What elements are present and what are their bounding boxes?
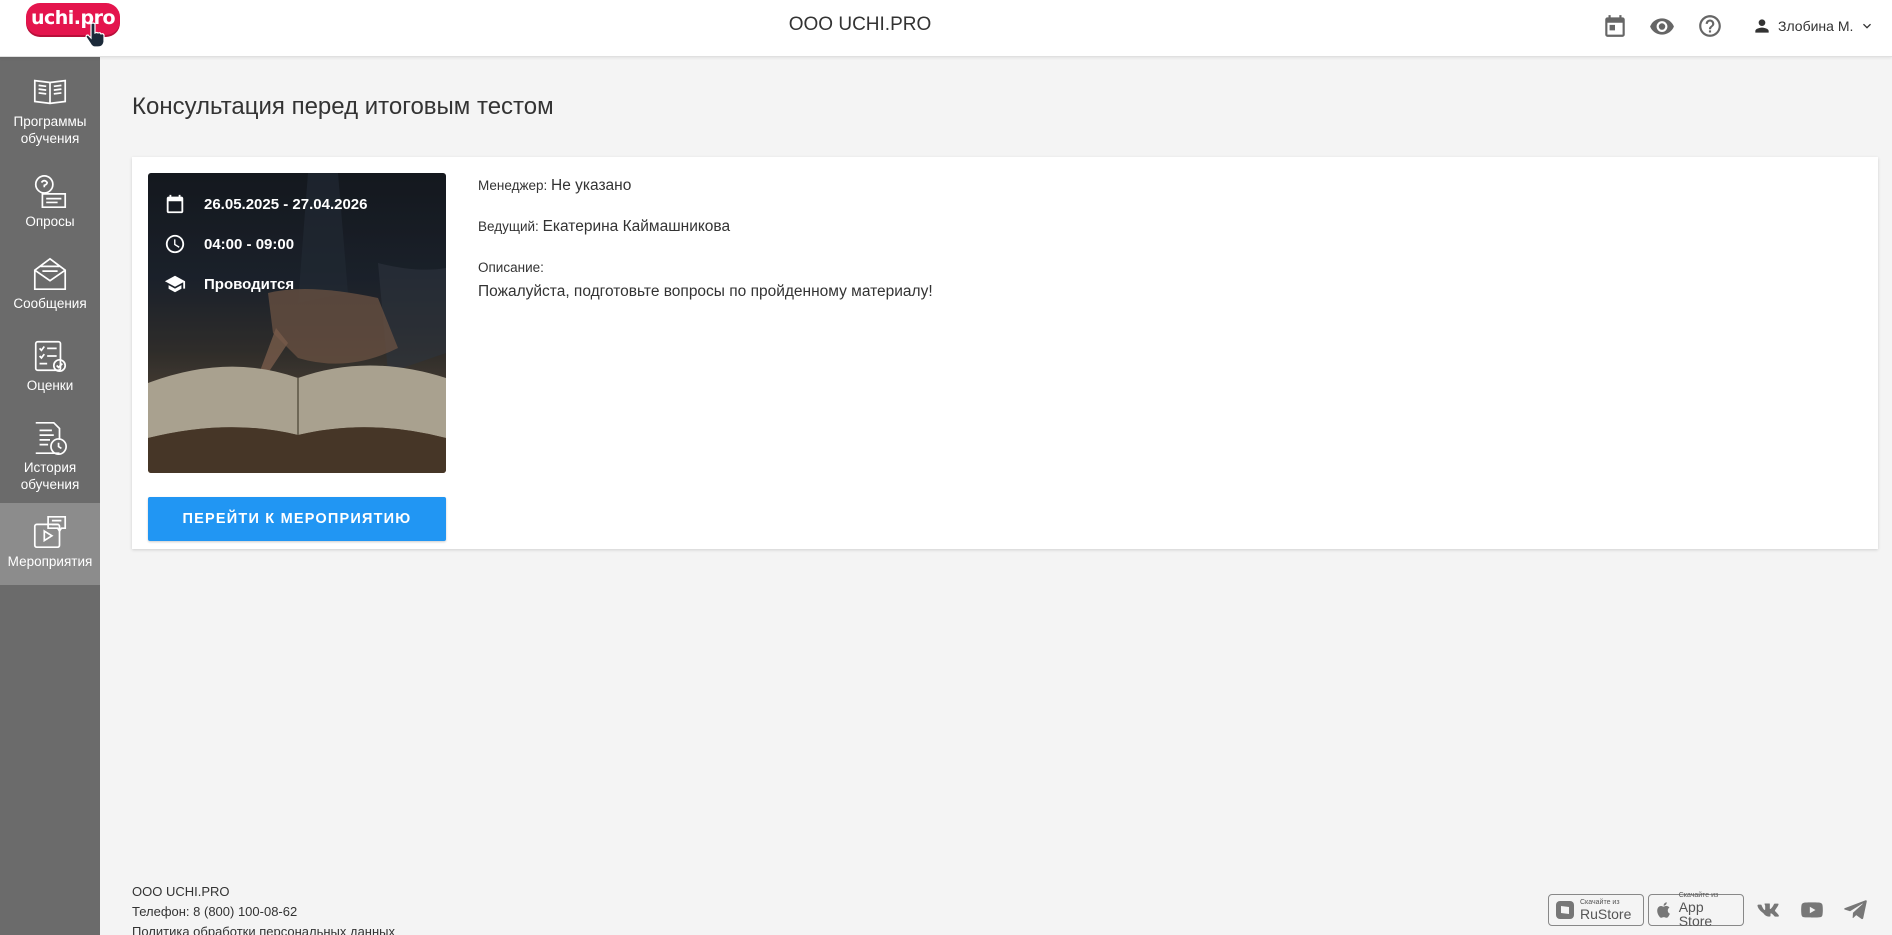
apple-icon <box>1657 902 1670 918</box>
description-label: Описание: <box>478 260 544 275</box>
event-dates-row: 26.05.2025 - 27.04.2026 <box>164 193 367 215</box>
footer-company: ООО UCHI.PRO <box>132 884 230 899</box>
sidebar-item-label: Мероприятия <box>7 554 93 569</box>
user-menu[interactable]: Злобина М. <box>1752 14 1875 38</box>
calendar-icon[interactable] <box>1602 13 1628 39</box>
events-icon <box>33 515 67 549</box>
sidebar-item-label: История обучения <box>20 460 80 492</box>
event-time: 04:00 - 09:00 <box>204 235 295 253</box>
sidebar-item-history[interactable]: История обучения <box>0 409 100 509</box>
telegram-icon[interactable] <box>1842 897 1870 923</box>
page-title: Консультация перед итоговым тестом <box>132 93 554 120</box>
rustore-icon <box>1556 901 1574 919</box>
sidebar-item-label: Опросы <box>25 214 75 229</box>
sidebar-item-label: Программы обучения <box>13 114 87 146</box>
chevron-down-icon <box>1863 23 1872 29</box>
rustore-label: RuStore <box>1580 906 1632 922</box>
sidebar-item-events[interactable]: Мероприятия <box>0 503 100 585</box>
calendar-icon <box>166 194 184 214</box>
vk-icon[interactable] <box>1754 897 1782 923</box>
history-icon <box>35 421 68 456</box>
host-field: Ведущий: Екатерина Каймашникова <box>478 218 730 236</box>
description-text: Пожалуйста, подготовьте вопросы по пройд… <box>478 283 933 300</box>
user-icon <box>1755 19 1769 33</box>
event-status: Проводится <box>204 275 295 293</box>
event-card: 26.05.2025 - 27.04.2026 04:00 - 09:00 Пр… <box>132 157 1878 549</box>
event-cover-image: 26.05.2025 - 27.04.2026 04:00 - 09:00 Пр… <box>148 173 446 473</box>
eye-icon[interactable] <box>1649 13 1675 39</box>
appstore-badge[interactable]: Скачайте из App Store <box>1648 892 1744 929</box>
envelope-icon <box>33 257 67 291</box>
grades-icon <box>34 340 67 373</box>
top-header: uchi.pro ООО UCHI.PRO Злобина М. <box>0 0 1892 57</box>
manager-label: Менеджер: <box>478 178 548 193</box>
sidebar-item-label: Оценки <box>26 378 74 393</box>
rustore-badge[interactable]: Скачайте из RuStore <box>1548 894 1644 926</box>
user-name: Злобина М. <box>1778 18 1854 34</box>
sidebar-item-label: Сообщения <box>13 296 87 311</box>
go-to-event-button[interactable]: ПЕРЕЙТИ К МЕРОПРИЯТИЮ <box>148 497 446 541</box>
host-value: Екатерина Каймашникова <box>542 218 731 235</box>
manager-field: Менеджер: Не указано <box>478 177 631 195</box>
help-icon[interactable] <box>1697 13 1723 39</box>
survey-icon <box>34 174 67 209</box>
sidebar: Программы обучения Опросы Сообщения Оцен… <box>0 57 100 935</box>
sidebar-item-surveys[interactable]: Опросы <box>0 163 100 245</box>
footer-privacy-link[interactable]: Политика обработки персональных данных <box>132 922 395 935</box>
organization-title: ООО UCHI.PRO <box>788 14 932 35</box>
event-dates: 26.05.2025 - 27.04.2026 <box>204 195 368 213</box>
book-photo <box>148 173 446 473</box>
sidebar-item-messages[interactable]: Сообщения <box>0 245 100 327</box>
appstore-label: App Store <box>1678 899 1713 929</box>
event-status-row: Проводится <box>164 273 294 295</box>
host-label: Ведущий: <box>478 219 539 234</box>
footer-info: ООО UCHI.PRO Телефон: 8 (800) 100-08-62 … <box>132 882 395 935</box>
footer-phone[interactable]: Телефон: 8 (800) 100-08-62 <box>132 902 395 922</box>
event-time-row: 04:00 - 09:00 <box>164 233 294 255</box>
graduation-cap-icon <box>164 275 186 293</box>
youtube-icon[interactable] <box>1798 897 1826 923</box>
sidebar-item-programs[interactable]: Программы обучения <box>0 63 100 149</box>
clock-icon <box>165 234 185 254</box>
manager-value: Не указано <box>551 177 632 194</box>
sidebar-item-grades[interactable]: Оценки <box>0 327 100 409</box>
book-icon <box>33 79 67 105</box>
